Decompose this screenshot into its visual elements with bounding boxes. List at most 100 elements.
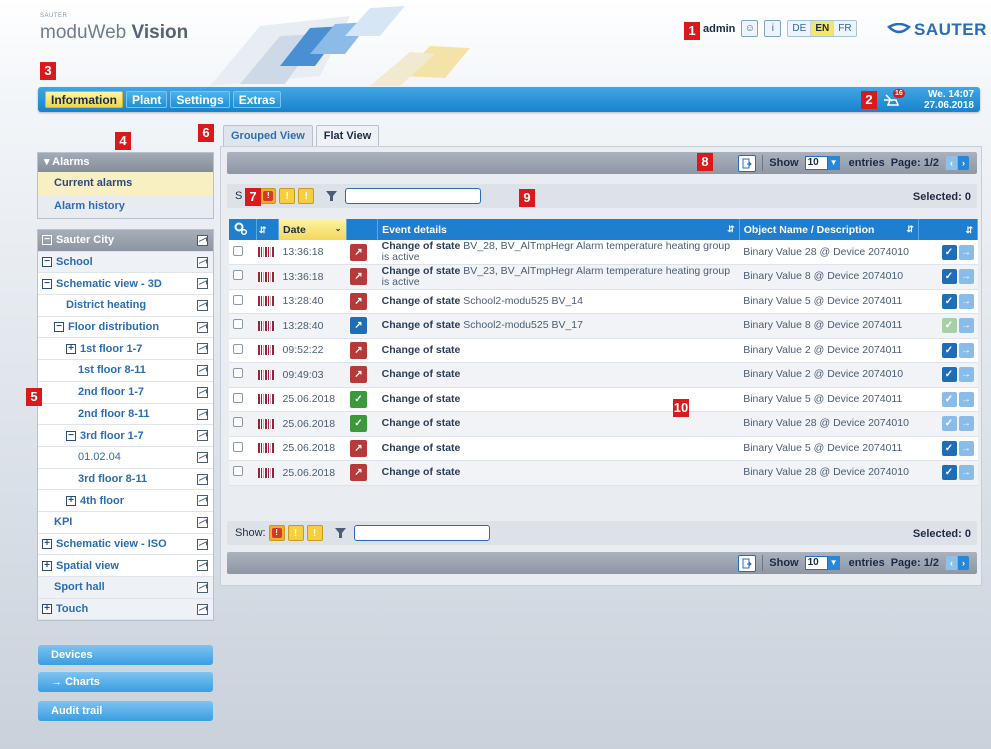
tree-item[interactable]: + Spatial view	[38, 555, 213, 577]
bottom-filter-alarm-icon[interactable]: !	[268, 525, 285, 541]
sidebar-item-alarm-history[interactable]: Alarm history	[38, 195, 213, 218]
nav-extras[interactable]: Extras	[232, 91, 282, 108]
next-page-button[interactable]: ›	[957, 156, 969, 170]
settings-header[interactable]	[229, 219, 257, 240]
bottom-filter-warning-icon[interactable]: !	[287, 525, 304, 541]
tree-item[interactable]: 01.02.04	[38, 447, 213, 469]
nav-plant[interactable]: Plant	[126, 91, 168, 108]
goto-arrow-icon[interactable]: →	[958, 440, 974, 456]
user-profile-icon[interactable]: ☺	[741, 20, 759, 37]
ack-column-header[interactable]: ⇵	[918, 219, 979, 240]
acknowledge-check-icon[interactable]: ✓	[941, 269, 957, 285]
graph-icon[interactable]	[197, 386, 208, 398]
graph-icon[interactable]	[197, 473, 208, 485]
collapse-icon[interactable]: −	[54, 322, 64, 333]
tab-flat-view[interactable]: Flat View	[315, 125, 380, 146]
sidebar-item-current-alarms[interactable]: Current alarms	[38, 172, 213, 195]
acknowledge-check-icon[interactable]: ✓	[941, 244, 957, 260]
table-row[interactable]: 25.06.2018 ✓ Change of state Binary Value 5…	[229, 387, 978, 412]
acknowledge-check-icon[interactable]: ✓	[941, 465, 957, 481]
row-checkbox[interactable]	[233, 245, 243, 256]
goto-arrow-icon[interactable]: →	[958, 318, 974, 334]
goto-arrow-icon[interactable]: →	[958, 391, 974, 407]
row-checkbox[interactable]	[233, 392, 243, 403]
row-checkbox[interactable]	[233, 466, 243, 477]
graph-icon[interactable]	[197, 300, 208, 312]
filter-alarm-icon[interactable]: !	[260, 188, 277, 204]
graph-icon[interactable]	[197, 495, 208, 507]
object-column-header[interactable]: Object Name / Description ⇵	[739, 219, 919, 240]
tree-item[interactable]: − Schematic view - 3D	[38, 273, 213, 296]
tree-item[interactable]: 2nd floor 1-7	[38, 382, 213, 404]
graph-icon[interactable]	[197, 408, 208, 420]
tree-item[interactable]: Sport hall	[38, 577, 213, 599]
table-row[interactable]: 25.06.2018 ↗ Change of state Binary Value 2…	[229, 460, 978, 486]
row-checkbox[interactable]	[233, 368, 243, 379]
goto-arrow-icon[interactable]: →	[958, 416, 974, 432]
sort-icon[interactable]: ⇵	[256, 219, 280, 240]
goto-arrow-icon[interactable]: →	[958, 244, 974, 260]
graph-icon[interactable]	[197, 603, 208, 615]
table-row[interactable]: 09:49:03 ↗ Change of state Binary Value 2 @…	[229, 362, 978, 388]
bottom-prev-page-button[interactable]: ‹	[945, 556, 957, 570]
tree-item[interactable]: + Schematic view - ISO	[38, 534, 213, 556]
collapse-icon[interactable]: −	[42, 235, 52, 246]
info-icon[interactable]: i	[764, 20, 782, 37]
table-row[interactable]: 13:28:40 ↗ Change of state School2-modu525…	[229, 313, 978, 339]
export-icon[interactable]	[738, 154, 757, 172]
nav-information[interactable]: Information	[45, 91, 123, 108]
graph-icon[interactable]	[197, 256, 208, 268]
entries-select[interactable]: 10 ▼	[804, 156, 843, 170]
graph-icon[interactable]	[197, 343, 208, 355]
date-column-header[interactable]: Date ⌄	[278, 219, 347, 240]
alarms-header[interactable]: ▾ Alarms	[38, 153, 213, 172]
acknowledge-check-icon[interactable]: ✓	[941, 342, 957, 358]
tree-item[interactable]: 3rd floor 8-11	[38, 469, 213, 491]
acknowledge-check-icon[interactable]: ✓	[941, 391, 957, 407]
expand-icon[interactable]: +	[42, 538, 52, 549]
bottom-entries-select[interactable]: 10 ▼	[804, 556, 843, 570]
goto-arrow-icon[interactable]: →	[958, 269, 974, 285]
event-details-column-header[interactable]: Event details ⇵	[377, 219, 740, 240]
graph-icon[interactable]	[197, 451, 208, 463]
goto-arrow-icon[interactable]: →	[958, 367, 974, 383]
tree-item[interactable]: +4th floor	[38, 490, 213, 512]
tree-item[interactable]: 2nd floor 8-11	[38, 404, 213, 426]
bottom-export-icon[interactable]	[738, 554, 757, 572]
lang-de[interactable]: DE	[788, 21, 812, 36]
filter-info-icon[interactable]: !	[298, 188, 315, 204]
row-checkbox[interactable]	[233, 441, 243, 452]
graph-icon[interactable]	[197, 278, 208, 290]
audit-trail-button[interactable]: Audit trail	[38, 701, 213, 721]
row-checkbox[interactable]	[233, 270, 243, 281]
bottom-filter-info-icon[interactable]: !	[306, 525, 323, 541]
graph-icon[interactable]	[197, 560, 208, 572]
devices-button[interactable]: Devices	[38, 645, 213, 665]
graph-icon[interactable]	[197, 430, 208, 442]
tree-item[interactable]: District heating	[38, 295, 213, 317]
table-row[interactable]: 13:36:18 ↗ Change of state BV_28, BV_AlTmp…	[229, 240, 978, 265]
table-row[interactable]: 09:52:22 ↗ Change of state Binary Value 2 @…	[229, 338, 978, 363]
collapse-icon[interactable]: −	[42, 257, 52, 268]
graph-icon[interactable]	[197, 235, 208, 246]
collapse-icon[interactable]: −	[66, 430, 76, 441]
row-checkbox[interactable]	[233, 343, 243, 354]
row-checkbox[interactable]	[233, 319, 243, 330]
row-checkbox[interactable]	[233, 294, 243, 305]
table-row[interactable]: 25.06.2018 ↗ Change of state Binary Value 5…	[229, 436, 978, 461]
bottom-search-input[interactable]	[353, 525, 490, 541]
tree-item[interactable]: − Sauter City	[38, 230, 213, 252]
expand-icon[interactable]: +	[66, 343, 76, 354]
collapse-icon[interactable]: −	[42, 278, 52, 289]
graph-icon[interactable]	[197, 365, 208, 377]
filter-warning-icon[interactable]: !	[279, 188, 296, 204]
tree-item[interactable]: 1st floor 8-11	[38, 360, 213, 382]
table-row[interactable]: 13:36:18 ↗ Change of state BV_23, BV_AlTmp…	[229, 264, 978, 290]
graph-icon[interactable]	[197, 538, 208, 550]
expand-icon[interactable]: +	[42, 604, 52, 615]
tree-item[interactable]: +1st floor 1-7	[38, 338, 213, 361]
expand-icon[interactable]: +	[42, 560, 52, 571]
goto-arrow-icon[interactable]: →	[958, 293, 974, 309]
column-settings-icon[interactable]	[233, 221, 248, 236]
tree-item[interactable]: + Touch	[38, 598, 213, 621]
